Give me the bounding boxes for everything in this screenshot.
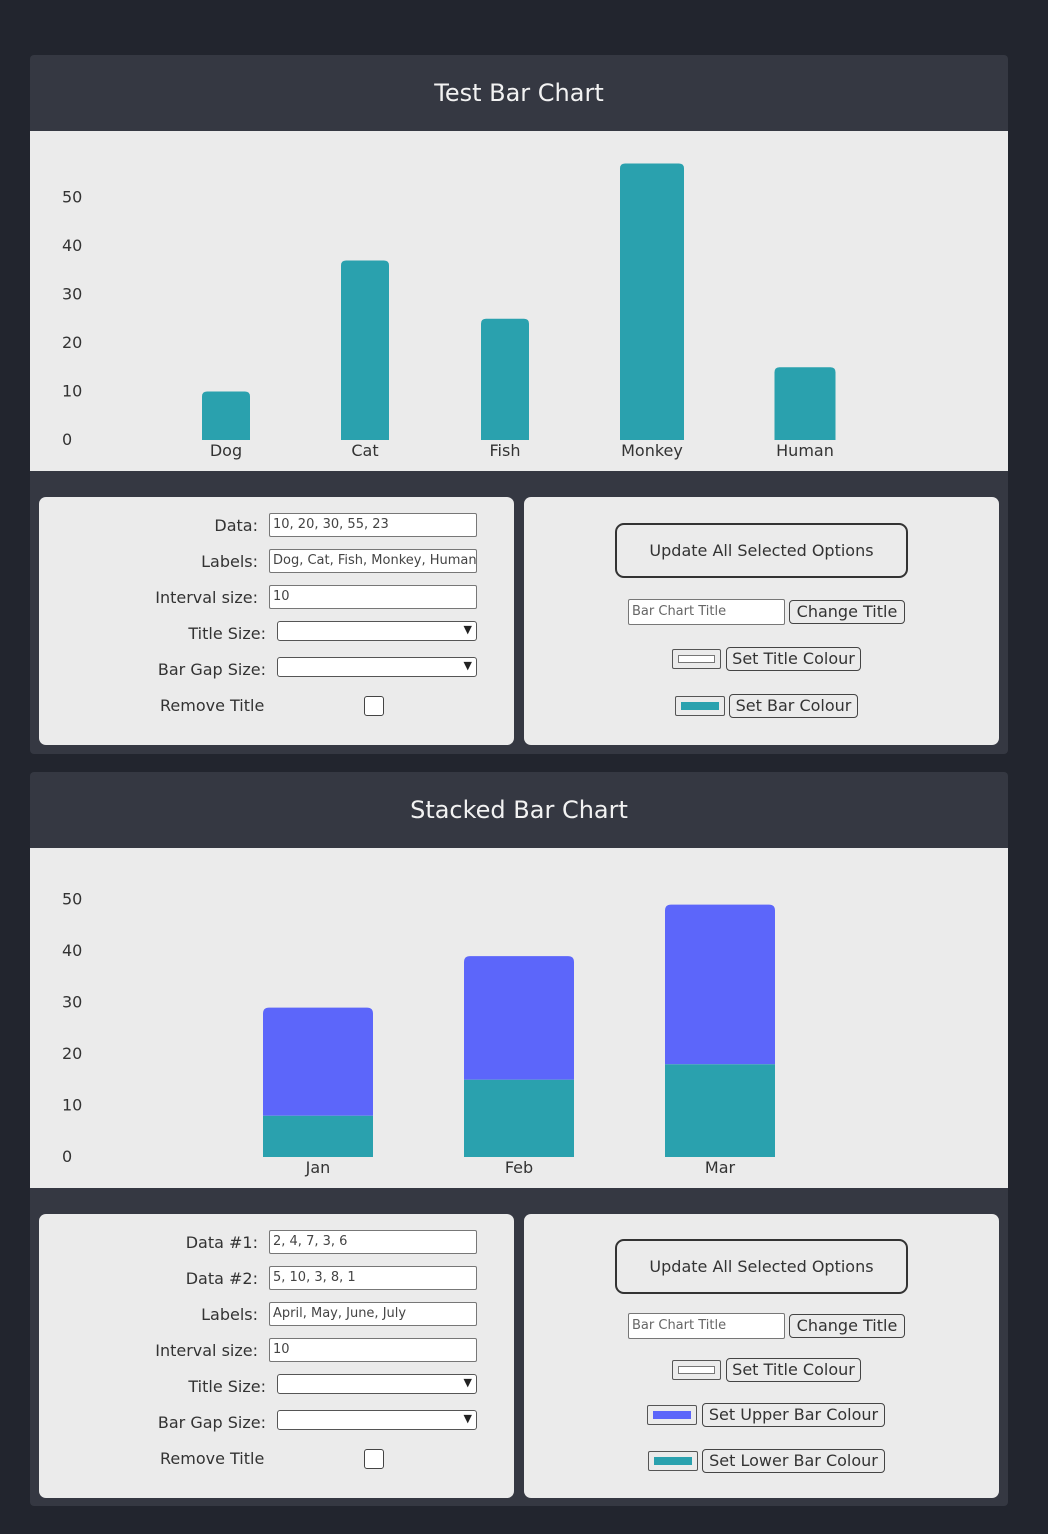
set-upper-bar-colour-button[interactable]: Set Upper Bar Colour xyxy=(702,1403,885,1427)
bar-chart-card: Test Bar Chart 0 10 20 30 40 50 Dog Cat Fish Monk… xyxy=(30,55,1008,754)
bar-chart: 0 10 20 30 40 50 Dog Cat Fish Monkey Human xyxy=(62,163,836,460)
data-label: Data: xyxy=(214,516,258,535)
remove-title-label: Remove Title xyxy=(160,696,265,715)
bar-colour-swatch xyxy=(681,702,719,710)
remove-title-label: Remove Title xyxy=(160,1449,265,1468)
lower-bar-segment xyxy=(263,1115,373,1157)
x-tick-label: Feb xyxy=(505,1158,533,1177)
set-title-colour-button[interactable]: Set Title Colour xyxy=(726,1358,861,1382)
upper-bar-colour-picker[interactable] xyxy=(647,1405,697,1425)
y-tick-label: 0 xyxy=(62,1147,72,1166)
y-tick-label: 10 xyxy=(62,1096,82,1115)
title-colour-picker[interactable] xyxy=(672,1360,721,1380)
title-colour-swatch xyxy=(678,1366,715,1374)
interval-size-label: Interval size: xyxy=(155,588,258,607)
bar-gap-label: Bar Gap Size: xyxy=(157,660,266,679)
title-size-select[interactable]: ▼ xyxy=(277,621,477,641)
interval-size-label: Interval size: xyxy=(155,1341,258,1360)
bar-gap-label: Bar Gap Size: xyxy=(157,1413,266,1432)
update-options-button[interactable]: Update All Selected Options xyxy=(615,523,908,578)
lower-bar-colour-swatch xyxy=(654,1457,692,1465)
x-tick-label: Jan xyxy=(305,1158,331,1177)
y-tick-label: 30 xyxy=(62,285,82,304)
data2-label: Data #2: xyxy=(185,1269,258,1288)
x-tick-label: Dog xyxy=(210,441,242,460)
upper-bar-colour-swatch xyxy=(653,1411,691,1419)
data1-input[interactable]: 2, 4, 7, 3, 6 xyxy=(269,1230,477,1254)
labels-label: Labels: xyxy=(201,1305,258,1324)
x-tick-label: Human xyxy=(776,441,834,460)
bar-gap-select[interactable]: ▼ xyxy=(277,1410,477,1430)
update-options-button[interactable]: Update All Selected Options xyxy=(615,1239,908,1294)
x-tick-label: Mar xyxy=(705,1158,736,1177)
x-tick-label: Cat xyxy=(351,441,378,460)
change-title-button[interactable]: Change Title xyxy=(789,600,905,624)
bar-colour-picker[interactable] xyxy=(675,696,725,716)
data-input[interactable]: 10, 20, 30, 55, 23 xyxy=(269,513,477,537)
upper-bar-segment xyxy=(665,904,775,1065)
chart-controls-panel: Data #1: 2, 4, 7, 3, 6 Data #2: 5, 10, 3… xyxy=(39,1214,514,1498)
bar xyxy=(481,318,529,440)
chevron-down-icon: ▼ xyxy=(463,1376,472,1389)
chevron-down-icon: ▼ xyxy=(463,1412,472,1425)
chart-options-panel: Update All Selected Options Bar Chart Ti… xyxy=(524,1214,999,1498)
stacked-bar-chart: 0 10 20 30 40 50 Jan Feb Mar xyxy=(62,890,775,1177)
x-tick-label: Fish xyxy=(490,441,521,460)
change-title-button[interactable]: Change Title xyxy=(789,1314,905,1338)
labels-label: Labels: xyxy=(201,552,258,571)
labels-input[interactable]: April, May, June, July xyxy=(269,1302,477,1326)
title-colour-picker[interactable] xyxy=(672,649,721,669)
y-tick-label: 50 xyxy=(62,188,82,207)
set-title-colour-button[interactable]: Set Title Colour xyxy=(726,647,861,671)
bar xyxy=(774,367,836,440)
y-tick-label: 20 xyxy=(62,1044,82,1063)
chevron-down-icon: ▼ xyxy=(463,659,472,672)
upper-bar-segment xyxy=(464,956,574,1080)
stacked-chart-card: Stacked Bar Chart 0 10 20 30 40 50 Jan Feb Mar D… xyxy=(30,772,1008,1506)
title-colour-swatch xyxy=(678,655,715,663)
chart-options-panel: Update All Selected Options Bar Chart Ti… xyxy=(524,497,999,745)
remove-title-checkbox[interactable] xyxy=(364,1449,384,1469)
y-tick-label: 30 xyxy=(62,993,82,1012)
bar-chart-area: 0 10 20 30 40 50 Dog Cat Fish Monkey Human xyxy=(30,131,1008,471)
lower-bar-colour-picker[interactable] xyxy=(648,1451,698,1471)
chevron-down-icon: ▼ xyxy=(463,623,472,636)
title-size-label: Title Size: xyxy=(188,1377,266,1396)
bar-gap-select[interactable]: ▼ xyxy=(277,657,477,677)
x-tick-label: Monkey xyxy=(621,441,683,460)
bar xyxy=(620,163,684,441)
labels-input[interactable]: Dog, Cat, Fish, Monkey, Human xyxy=(269,549,477,573)
title-size-label: Title Size: xyxy=(188,624,266,643)
data1-label: Data #1: xyxy=(185,1233,258,1252)
remove-title-checkbox[interactable] xyxy=(364,696,384,716)
title-text-input[interactable]: Bar Chart Title xyxy=(628,1313,785,1339)
chart-controls-panel: Data: 10, 20, 30, 55, 23 Labels: Dog, Ca… xyxy=(39,497,514,745)
upper-bar-segment xyxy=(263,1007,373,1116)
y-tick-label: 50 xyxy=(62,890,82,909)
y-tick-label: 10 xyxy=(62,382,82,401)
chart-title: Test Bar Chart xyxy=(434,79,604,107)
y-tick-label: 40 xyxy=(62,941,82,960)
bar xyxy=(341,260,389,440)
title-size-select[interactable]: ▼ xyxy=(277,1374,477,1394)
bar xyxy=(202,391,250,440)
lower-bar-segment xyxy=(665,1064,775,1157)
y-tick-label: 20 xyxy=(62,333,82,352)
title-text-input[interactable]: Bar Chart Title xyxy=(628,599,785,625)
stacked-chart-area: 0 10 20 30 40 50 Jan Feb Mar xyxy=(30,848,1008,1188)
set-bar-colour-button[interactable]: Set Bar Colour xyxy=(729,694,858,718)
set-lower-bar-colour-button[interactable]: Set Lower Bar Colour xyxy=(702,1449,885,1473)
chart-title: Stacked Bar Chart xyxy=(410,796,628,824)
data2-input[interactable]: 5, 10, 3, 8, 1 xyxy=(269,1266,477,1290)
y-tick-label: 0 xyxy=(62,430,72,449)
lower-bar-segment xyxy=(464,1079,574,1157)
interval-size-input[interactable]: 10 xyxy=(269,585,477,609)
interval-size-input[interactable]: 10 xyxy=(269,1338,477,1362)
y-tick-label: 40 xyxy=(62,236,82,255)
